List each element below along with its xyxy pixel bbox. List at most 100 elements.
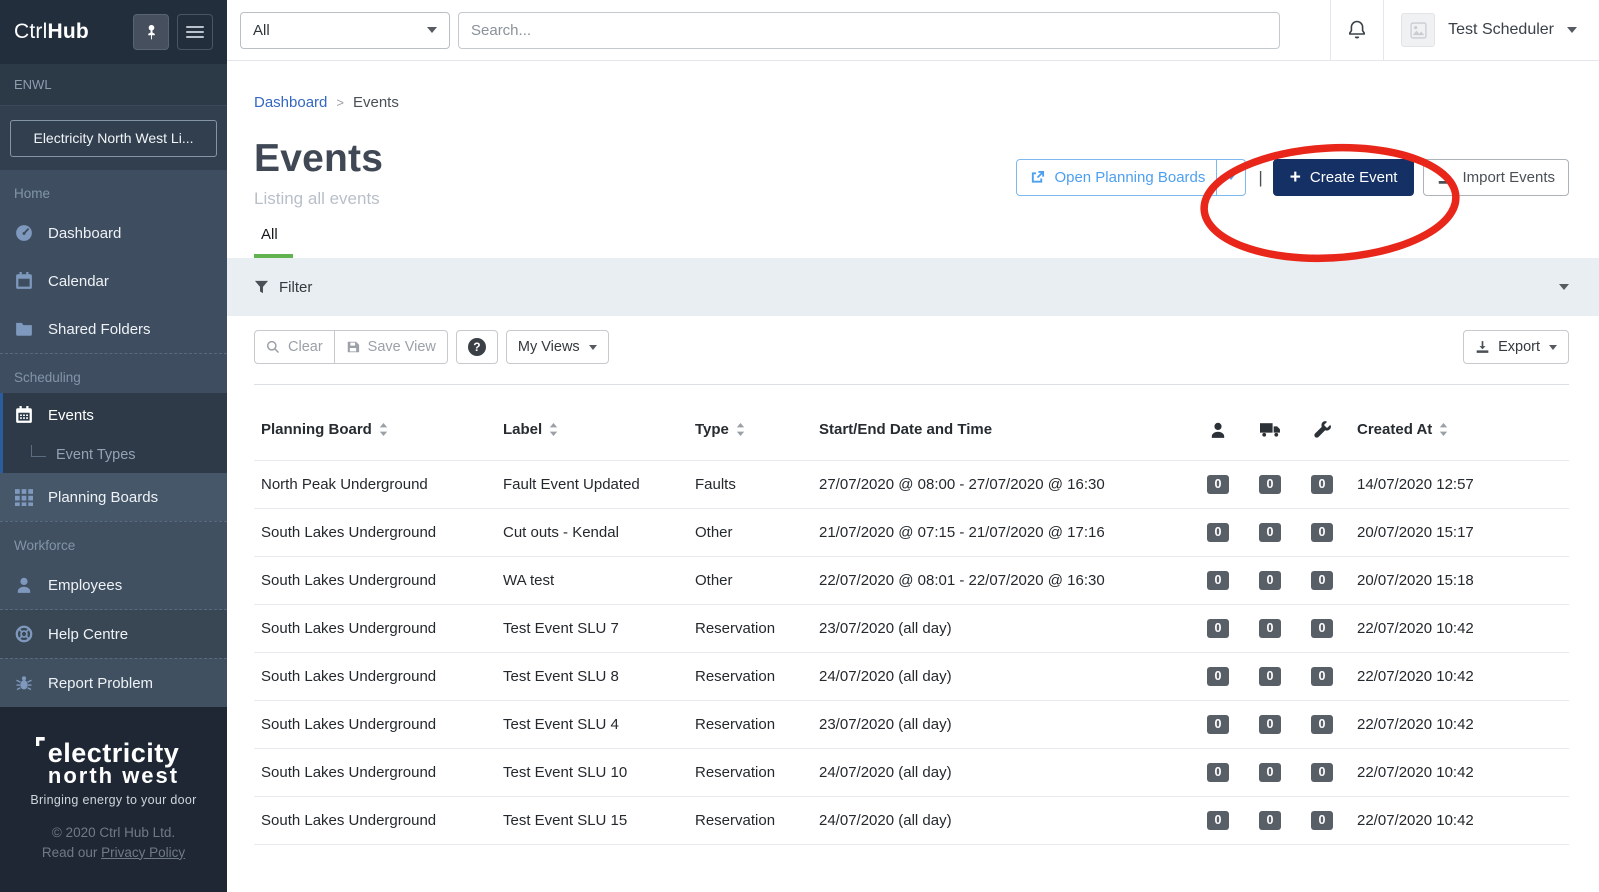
table-row[interactable]: South Lakes Underground Cut outs - Kenda… [254,509,1569,557]
table-row[interactable]: South Lakes Underground Test Event SLU 1… [254,797,1569,845]
life-ring-icon [14,624,34,644]
sidebar-item-label: Dashboard [48,224,122,242]
equipment-count-badge: 0 [1311,810,1333,831]
person-icon [14,575,34,595]
sidebar-item-shared-folders[interactable]: Shared Folders [0,305,227,353]
create-event-label: Create Event [1309,169,1398,186]
cell-start-end: 24/07/2020 (all day) [819,764,952,781]
header-planning-board[interactable]: Planning Board [254,421,496,438]
company-button[interactable]: Electricity North West Li... [10,119,217,157]
notifications-button[interactable] [1331,0,1383,61]
cell-type: Reservation [695,620,776,637]
privacy-policy-link[interactable]: Privacy Policy [101,845,185,860]
avatar [1401,13,1436,47]
company-switcher: Electricity North West Li... [0,106,227,170]
equipment-count-badge: 0 [1311,714,1333,735]
table-header-row: Planning Board Label Type Start/End Date… [254,385,1569,461]
cell-created-at: 22/07/2020 10:42 [1357,764,1474,781]
open-planning-boards-button[interactable]: Open Planning Boards [1016,159,1247,196]
table-row[interactable]: South Lakes Underground Test Event SLU 4… [254,701,1569,749]
table-row[interactable]: South Lakes Underground Test Event SLU 7… [254,605,1569,653]
table-row[interactable]: South Lakes Underground Test Event SLU 1… [254,749,1569,797]
import-events-label: Import Events [1462,169,1555,186]
header-type[interactable]: Type [688,421,812,438]
vehicles-count-badge: 0 [1259,618,1281,639]
sidebar-item-label: Events [48,406,94,424]
filter-panel-toggle[interactable]: Filter [227,258,1599,316]
sidebar-item-calendar[interactable]: Calendar [0,257,227,305]
sidebar-item-event-types[interactable]: Event Types [3,437,227,473]
cell-label: WA test [503,572,555,589]
sidebar-item-report-problem[interactable]: Report Problem [0,659,227,707]
sidebar-item-help-centre[interactable]: Help Centre [0,610,227,658]
export-button[interactable]: Export [1463,330,1569,364]
sidebar-item-planning-boards[interactable]: Planning Boards [0,473,227,521]
cell-start-end: 22/07/2020 @ 08:01 - 22/07/2020 @ 16:30 [819,572,1105,589]
tree-branch-icon [31,445,46,457]
open-planning-boards-caret[interactable] [1216,160,1245,195]
save-view-button[interactable]: Save View [334,330,448,364]
save-view-label: Save View [367,339,436,355]
calendar-icon [14,405,34,425]
cell-planning-board: South Lakes Underground [261,620,437,637]
cell-created-at: 20/07/2020 15:18 [1357,572,1474,589]
pin-icon [144,24,159,40]
cell-created-at: 20/07/2020 15:17 [1357,524,1474,541]
people-count-badge: 0 [1207,762,1229,783]
vehicles-count-badge: 0 [1259,810,1281,831]
sidebar-item-employees[interactable]: Employees [0,561,227,609]
cell-planning-board: South Lakes Underground [261,812,437,829]
enw-logo: electricity north west [35,737,180,786]
save-icon [346,340,360,354]
cell-label: Test Event SLU 8 [503,668,619,685]
org-code-label: ENWL [0,64,227,106]
export-label: Export [1498,339,1540,355]
sidebar-item-label: Help Centre [48,625,129,643]
pin-sidebar-button[interactable] [133,14,169,50]
header-label[interactable]: Label [496,421,688,438]
breadcrumb-dashboard-link[interactable]: Dashboard [254,94,327,111]
cell-type: Other [695,524,733,541]
people-count-badge: 0 [1207,570,1229,591]
import-events-button[interactable]: Import Events [1423,159,1569,196]
user-menu[interactable]: Test Scheduler [1384,0,1599,61]
sidebar-item-label: Employees [48,576,123,594]
people-count-badge: 0 [1207,618,1229,639]
sidebar-item-dashboard[interactable]: Dashboard [0,209,227,257]
magnifier-icon [266,340,280,354]
table-row[interactable]: South Lakes Underground Test Event SLU 8… [254,653,1569,701]
cell-label: Test Event SLU 4 [503,716,619,733]
page-subtitle: Listing all events [254,189,380,208]
cell-planning-board: South Lakes Underground [261,572,437,589]
breadcrumb: Dashboard > Events [254,94,1569,111]
cell-label: Test Event SLU 7 [503,620,619,637]
cell-start-end: 24/07/2020 (all day) [819,812,952,829]
sort-icon [549,423,558,436]
topbar: All Test Scheduler [227,0,1599,61]
help-button[interactable]: ? [455,330,498,364]
cell-created-at: 14/07/2020 12:57 [1357,476,1474,493]
search-input[interactable] [458,11,1280,49]
download-icon [1437,170,1453,185]
cell-planning-board: South Lakes Underground [261,524,437,541]
cell-created-at: 22/07/2020 10:42 [1357,668,1474,685]
bug-icon [14,673,34,693]
search-scope-select[interactable]: All [240,11,450,49]
menu-toggle-button[interactable] [177,14,213,50]
tab-all[interactable]: All [254,226,293,258]
person-icon [1209,421,1227,439]
create-event-button[interactable]: + Create Event [1272,159,1415,196]
table-row[interactable]: South Lakes Underground WA test Other 22… [254,557,1569,605]
cell-planning-board: South Lakes Underground [261,716,437,733]
sidebar-item-events[interactable]: Events [3,393,227,437]
vehicles-count-badge: 0 [1259,714,1281,735]
actions-divider: | [1258,167,1263,187]
header-created-at[interactable]: Created At [1348,421,1569,438]
my-views-button[interactable]: My Views [505,330,609,364]
people-count-badge: 0 [1207,666,1229,687]
table-row[interactable]: North Peak Underground Fault Event Updat… [254,461,1569,509]
section-label-workforce: Workforce [14,538,76,553]
clear-button[interactable]: Clear [254,330,335,364]
cell-planning-board: South Lakes Underground [261,668,437,685]
chevron-down-icon [1549,344,1557,350]
